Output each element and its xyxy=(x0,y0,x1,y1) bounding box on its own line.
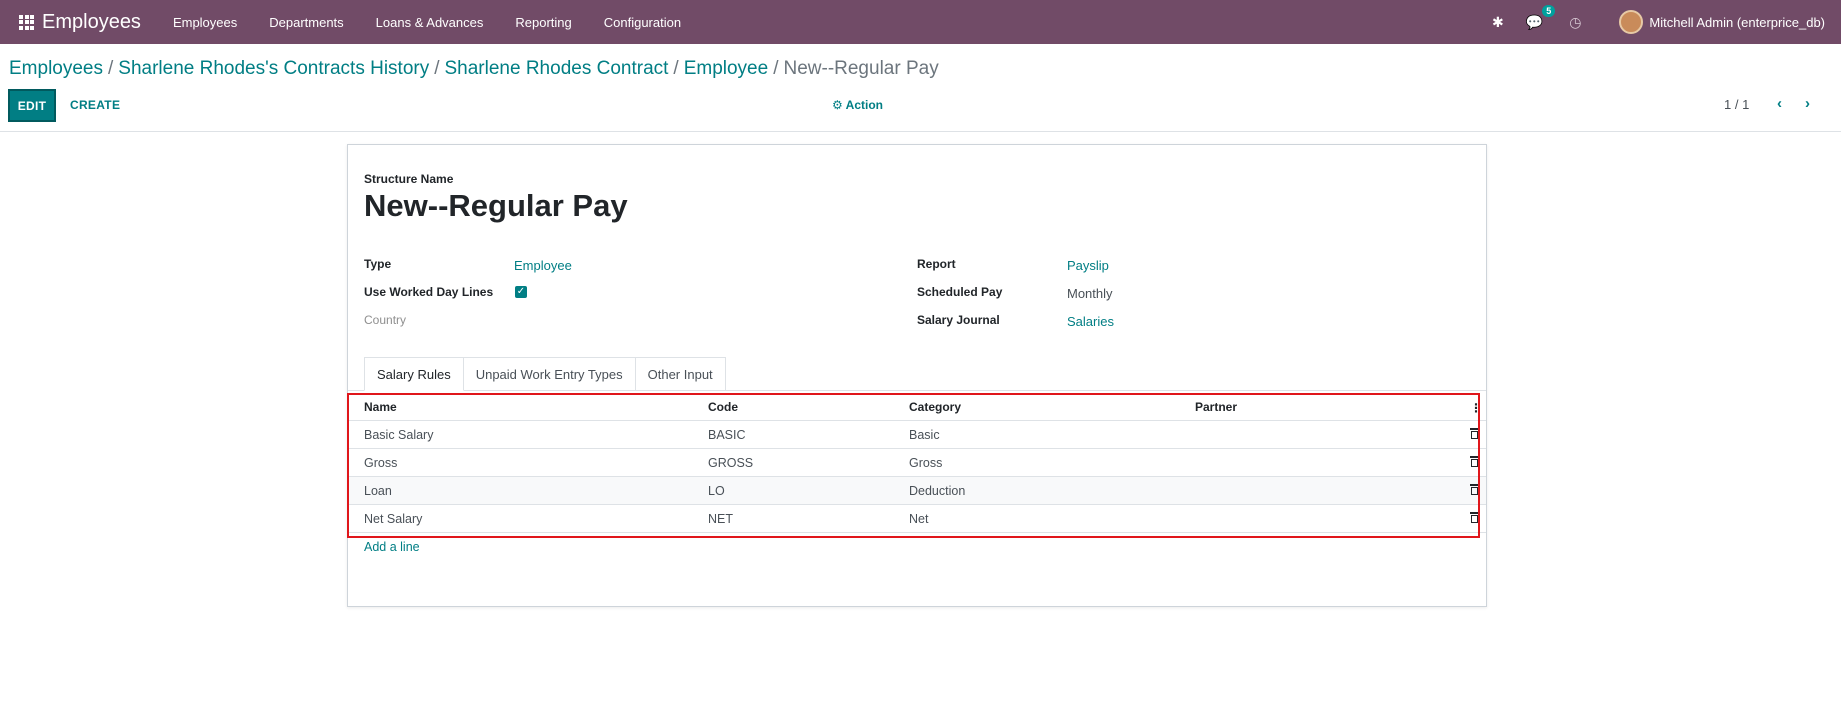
table-row[interactable]: Net Salary NET Net xyxy=(348,505,1486,533)
create-button[interactable]: CREATE xyxy=(70,98,120,112)
menu-departments[interactable]: Departments xyxy=(269,15,343,30)
delete-row-button[interactable] xyxy=(1445,483,1485,498)
report-value[interactable]: Payslip xyxy=(1067,258,1109,273)
salary-journal-value[interactable]: Salaries xyxy=(1067,314,1114,329)
trash-icon xyxy=(1470,511,1479,523)
menu-employees[interactable]: Employees xyxy=(173,15,237,30)
breadcrumb: Employees / Sharlene Rhodes's Contracts Hi… xyxy=(9,58,939,79)
salary-rules-table: Name Code Category Partner ⋮ Basic Salar… xyxy=(348,393,1486,561)
form-sheet: Structure Name New--Regular Pay Type Emp… xyxy=(347,144,1487,607)
action-label: Action xyxy=(845,98,883,112)
delete-row-button[interactable] xyxy=(1445,455,1485,470)
gear-icon: ⚙ xyxy=(832,98,843,112)
scheduled-pay-value: Monthly xyxy=(1067,286,1113,301)
avatar[interactable] xyxy=(1619,10,1644,34)
breadcrumb-employee[interactable]: Employee xyxy=(684,58,769,79)
app-title[interactable]: Employees xyxy=(42,11,141,34)
notebook-tabs: Salary Rules Unpaid Work Entry Types Oth… xyxy=(364,357,726,391)
cell-name: Basic Salary xyxy=(364,427,434,442)
trash-icon xyxy=(1470,427,1479,439)
chevron-left-icon[interactable]: ‹ xyxy=(1777,95,1782,112)
menu-loans-advances[interactable]: Loans & Advances xyxy=(376,15,484,30)
pager-value[interactable]: 1 / 1 xyxy=(1724,97,1749,112)
cell-category: Deduction xyxy=(909,483,966,498)
chat-badge: 5 xyxy=(1542,4,1556,17)
cell-category: Net xyxy=(909,511,929,526)
trash-icon xyxy=(1470,483,1479,495)
column-name[interactable]: Name xyxy=(348,400,708,414)
table-row[interactable]: Loan LO Deduction xyxy=(348,477,1486,505)
column-code[interactable]: Code xyxy=(708,400,909,414)
cell-category: Gross xyxy=(909,455,943,470)
chat-icon[interactable]: 💬 5 xyxy=(1526,4,1556,31)
user-menu[interactable]: Mitchell Admin (enterprice_db) xyxy=(1649,15,1825,30)
menu-configuration[interactable]: Configuration xyxy=(604,15,681,30)
optional-columns-icon[interactable]: ⋮ xyxy=(1470,401,1482,415)
cell-category: Basic xyxy=(909,427,940,442)
top-navbar: Employees Employees Departments Loans & … xyxy=(0,0,1841,44)
menu-reporting[interactable]: Reporting xyxy=(515,15,571,30)
table-row[interactable]: Basic Salary BASIC Basic xyxy=(348,421,1486,449)
country-label: Country xyxy=(364,313,407,327)
delete-row-button[interactable] xyxy=(1445,427,1485,442)
breadcrumb-contracts-history[interactable]: Sharlene Rhodes's Contracts History xyxy=(118,58,429,79)
cell-code: LO xyxy=(708,483,725,498)
table-row[interactable]: Gross GROSS Gross xyxy=(348,449,1486,477)
use-worked-day-lines-checkbox[interactable]: ✓ xyxy=(515,286,527,298)
breadcrumb-current: New--Regular Pay xyxy=(783,58,939,79)
apps-menu-icon[interactable] xyxy=(0,0,34,44)
cell-name: Loan xyxy=(364,483,392,498)
cell-code: GROSS xyxy=(708,455,754,470)
tab-salary-rules[interactable]: Salary Rules xyxy=(364,357,464,391)
breadcrumb-employees[interactable]: Employees xyxy=(9,58,103,79)
trash-icon xyxy=(1470,455,1479,467)
cell-name: Net Salary xyxy=(364,511,423,526)
scheduled-pay-label: Scheduled Pay xyxy=(917,285,1003,299)
report-label: Report xyxy=(917,257,956,271)
column-partner[interactable]: Partner xyxy=(1195,400,1445,414)
type-value[interactable]: Employee xyxy=(514,258,572,273)
edit-button[interactable]: EDIT xyxy=(8,89,56,122)
type-label: Type xyxy=(364,257,392,271)
action-menu[interactable]: ⚙ Action xyxy=(832,98,883,112)
cell-code: NET xyxy=(708,511,733,526)
delete-row-button[interactable] xyxy=(1445,511,1485,526)
structure-name-label: Structure Name xyxy=(364,172,454,186)
breadcrumb-contract[interactable]: Sharlene Rhodes Contract xyxy=(445,58,669,79)
bug-icon[interactable]: ✱ xyxy=(1492,14,1504,31)
use-worked-day-lines-label: Use Worked Day Lines xyxy=(364,285,494,299)
chevron-right-icon[interactable]: › xyxy=(1805,95,1810,112)
tab-other-input[interactable]: Other Input xyxy=(635,357,726,391)
salary-journal-label: Salary Journal xyxy=(917,313,1000,327)
cell-name: Gross xyxy=(364,455,398,470)
tab-unpaid-work-entry-types[interactable]: Unpaid Work Entry Types xyxy=(463,357,636,391)
table-header: Name Code Category Partner ⋮ xyxy=(348,393,1486,421)
clock-icon[interactable]: ◷ xyxy=(1569,14,1581,31)
cell-code: BASIC xyxy=(708,427,746,442)
add-line-link[interactable]: Add a line xyxy=(348,533,1486,561)
page-title: New--Regular Pay xyxy=(364,188,628,223)
column-category[interactable]: Category xyxy=(909,400,1195,414)
